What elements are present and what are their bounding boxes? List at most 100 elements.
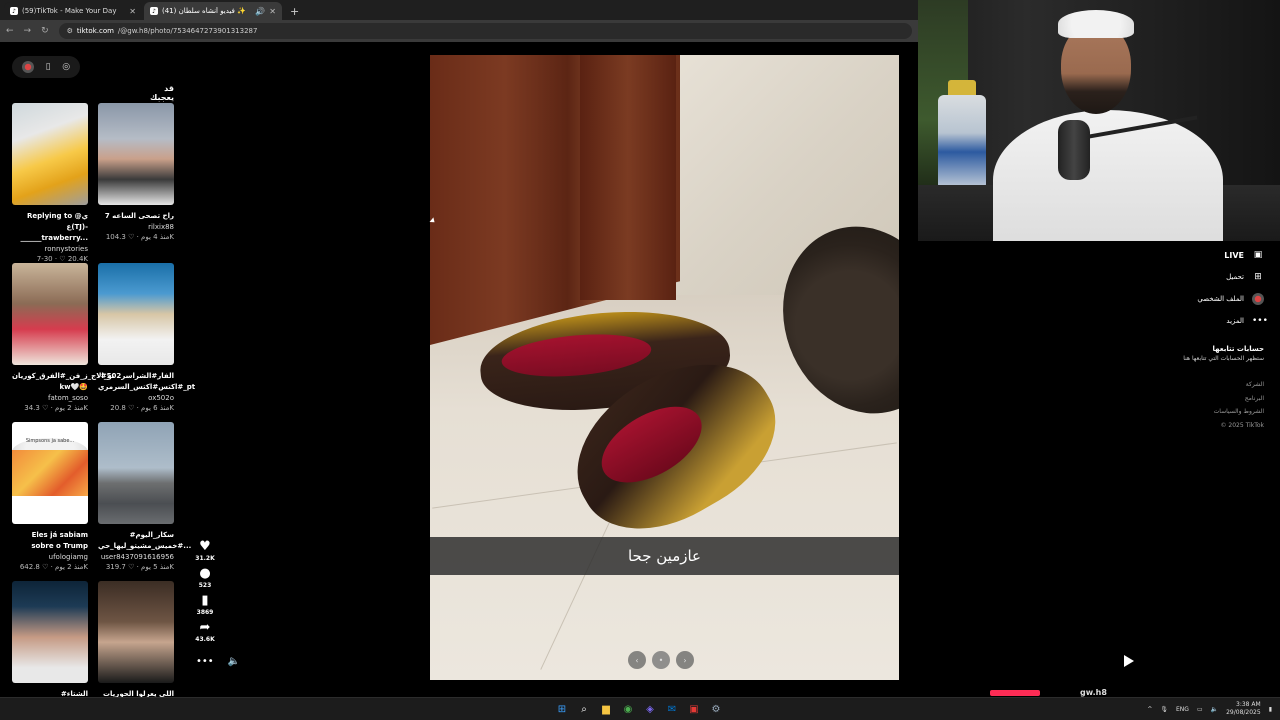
video-card[interactable]: اللي يعرلوا الحوريات كانيه (98, 581, 174, 711)
play-icon[interactable] (1124, 655, 1134, 667)
clock[interactable]: 3:38 AM 29/08/2025 (1226, 701, 1261, 717)
post-photo[interactable]: عازمين جحا ‹ • › (430, 55, 899, 680)
volume-icon[interactable]: 🔈 (228, 656, 240, 667)
card-user[interactable]: user8437091616956 (98, 552, 174, 562)
mobile-icon[interactable]: ▯ (46, 62, 51, 72)
footer-link-company[interactable]: الشركة (1114, 378, 1264, 392)
app-icon[interactable]: ▣ (686, 701, 702, 717)
outlook-icon[interactable]: ✉ (664, 701, 680, 717)
video-thumbnail[interactable] (98, 581, 174, 683)
share-button[interactable]: ➦ 43.6K (190, 621, 220, 644)
forward-icon[interactable]: → (24, 26, 32, 36)
card-meta: منذ 4 يوم · ♡ 104.3K (105, 233, 174, 241)
windows-taskbar: ⊞ ⌕ ▆ ◉ ◈ ✉ ▣ ⚙ ^ 🎙 ENG ▭ 🔈 3:38 AM 29/0… (0, 697, 1280, 720)
profile-label: الملف الشخصي (1197, 295, 1244, 303)
chevron-up-icon[interactable]: ^ (1147, 706, 1152, 713)
video-thumbnail[interactable] (98, 103, 174, 205)
footer-link-terms[interactable]: الشروط والسياسات (1114, 405, 1264, 419)
notification-icon[interactable]: ▮ (1269, 706, 1272, 713)
card-user[interactable]: ox502o (98, 393, 174, 403)
folder-icon[interactable]: ▆ (598, 701, 614, 717)
save-count: 3869 (196, 609, 214, 616)
footer-links: الشركة البرنامج الشروط والسياسات © 2025 … (1114, 378, 1264, 432)
upload-button[interactable]: تحميل ⊞ (1114, 266, 1264, 288)
mic-icon[interactable]: 🎙 (1160, 706, 1168, 713)
sidebar-top-icons: ▯ ◎ (12, 56, 80, 78)
following-title: حسابات تتابعها (1212, 345, 1264, 353)
carousel-controls: ‹ • › (628, 651, 694, 669)
url-field[interactable]: ⚙ tiktok.com/@gw.h8/photo/75346472739013… (58, 23, 912, 39)
card-user[interactable]: ufologiamg (12, 552, 88, 562)
follow-button[interactable] (990, 690, 1040, 696)
avatar[interactable] (21, 61, 34, 73)
share-icon: ➦ (199, 620, 211, 635)
comment-button[interactable]: ● 523 (190, 567, 220, 590)
live-button[interactable]: LIVE ▣ (1114, 244, 1264, 266)
site-info-icon[interactable]: ⚙ (67, 27, 73, 35)
share-count: 43.6K (195, 636, 215, 643)
card-user[interactable]: fatom_soso (12, 393, 88, 403)
video-thumbnail[interactable] (12, 581, 88, 683)
card-title: Eles já sabiam sobre o Trump (31, 531, 88, 550)
browser-tab-2[interactable]: ♪ (41) فيديو أنشأه سلطان ✨ 🔊 ✕ (144, 2, 282, 20)
compass-icon[interactable]: ◎ (62, 62, 70, 72)
discord-icon[interactable]: ◈ (642, 701, 658, 717)
rail-bottom-controls: ••• 🔈 (196, 656, 240, 667)
steam-icon[interactable]: ⚙ (708, 701, 724, 717)
card-meta: منذ 5 يوم · ♡ 319.7K (105, 563, 174, 571)
streamer-body (993, 110, 1223, 241)
live-label: LIVE (1224, 250, 1244, 260)
close-icon[interactable]: ✕ (129, 7, 136, 16)
next-slide-button[interactable]: › (676, 651, 694, 669)
new-tab-button[interactable]: + (284, 5, 305, 20)
prev-slide-button[interactable]: ‹ (628, 651, 646, 669)
back-icon[interactable]: ← (6, 26, 14, 36)
reload-icon[interactable]: ↻ (41, 26, 49, 36)
card-meta: منذ 2 يوم · ♡ 642.8K (19, 563, 88, 571)
video-thumbnail[interactable]: Simpsons ja sabe... (12, 422, 88, 524)
save-button[interactable]: ▮ 3869 (190, 594, 220, 617)
slipper-inner (499, 329, 653, 382)
slide-indicator[interactable]: • (652, 651, 670, 669)
more-icon[interactable]: ••• (196, 656, 214, 667)
video-thumbnail[interactable] (12, 103, 88, 205)
video-card[interactable]: Simpsons ja sabe... Eles já sabiam sobre… (12, 422, 88, 572)
door-frame (580, 55, 676, 300)
video-thumbnail[interactable] (98, 422, 174, 524)
avatar (1252, 293, 1264, 305)
like-button[interactable]: ♥ 31.2K (190, 540, 220, 563)
following-subtitle: ستظهر الحسابات التي تتابعها هنا (1183, 355, 1264, 362)
video-card[interactable]: Replying to @ي ع(TJ)-______trawberry... … (12, 103, 88, 264)
speaker-icon[interactable]: 🔊 (255, 7, 265, 16)
language-indicator[interactable]: ENG (1176, 706, 1189, 713)
profile-button[interactable]: الملف الشخصي (1114, 288, 1264, 310)
video-thumbnail[interactable] (12, 263, 88, 365)
following-section: حسابات تتابعها ستظهر الحسابات التي تتابع… (1114, 344, 1264, 364)
speaker-icon[interactable]: 🔈 (1211, 706, 1218, 713)
upload-label: تحميل (1226, 273, 1244, 281)
windows-start-icon[interactable]: ⊞ (554, 701, 570, 717)
card-user[interactable]: rilxix88 (98, 222, 174, 232)
video-card[interactable]: #سكار_اليوم #خميس_مشيتو_ليها_حي... user8… (98, 422, 191, 572)
url-path: /@gw.h8/photo/7534647273901313287 (117, 27, 258, 35)
clock-date: 29/08/2025 (1226, 709, 1261, 716)
wifi-icon[interactable]: ▭ (1197, 706, 1203, 713)
footer-link-program[interactable]: البرنامج (1114, 392, 1264, 406)
video-card[interactable]: راح تصحى الساعه 7 rilxix88 منذ 4 يوم · ♡… (98, 103, 174, 242)
comment-icon: ● (199, 566, 211, 581)
close-icon[interactable]: ✕ (269, 7, 276, 16)
taskbar-apps: ⊞ ⌕ ▆ ◉ ◈ ✉ ▣ ⚙ (554, 701, 724, 717)
video-thumbnail[interactable] (98, 263, 174, 365)
card-title: تو_الاج_ز_فن_#الفرق_كوريان kw🤍🤩 (12, 372, 115, 391)
chrome-icon[interactable]: ◉ (620, 701, 636, 717)
card-user[interactable]: ronnystories (12, 244, 88, 254)
more-label: المزيد (1226, 317, 1244, 325)
author-handle[interactable]: gw.h8 (1080, 688, 1107, 697)
video-card[interactable]: #الشتاء (12, 581, 88, 700)
search-icon[interactable]: ⌕ (576, 701, 592, 717)
video-card[interactable]: تو_الاج_ز_فن_#الفرق_كوريان kw🤍🤩 fatom_so… (12, 263, 115, 413)
video-card[interactable]: #الفار#الشراسر502 #اكتس#اكتس_السرمري_pt … (98, 263, 195, 413)
browser-tab-1[interactable]: ♪ (59)TikTok - Make Your Day ✕ (4, 2, 142, 20)
system-tray: ^ 🎙 ENG ▭ 🔈 3:38 AM 29/08/2025 ▮ (1147, 701, 1272, 717)
more-button[interactable]: المزيد ••• (1114, 310, 1268, 332)
